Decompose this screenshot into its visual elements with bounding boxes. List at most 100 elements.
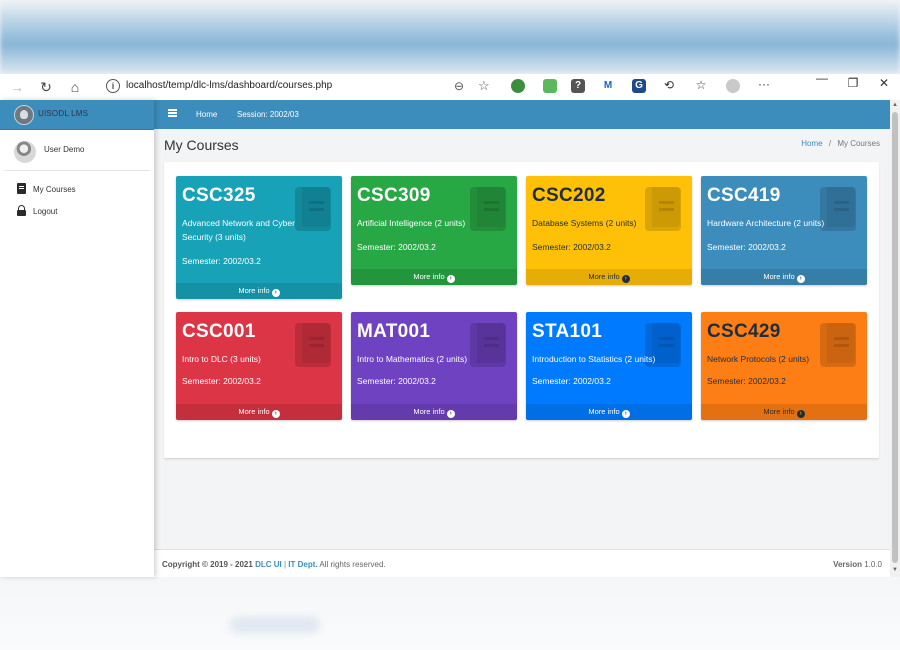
blurred-element xyxy=(230,617,320,633)
course-card[interactable]: CSC309 Artificial Intelligence (2 units)… xyxy=(351,176,517,285)
extension-badge-icon[interactable]: G xyxy=(632,79,646,93)
user-panel[interactable]: User Demo xyxy=(4,130,150,171)
reload-icon[interactable]: ↻ xyxy=(37,78,55,96)
course-card[interactable]: MAT001 Intro to Mathematics (2 units) Se… xyxy=(351,312,517,420)
course-card[interactable]: CSC419 Hardware Architecture (2 units) S… xyxy=(701,176,867,285)
book-icon xyxy=(17,183,26,194)
site-info-icon[interactable]: i xyxy=(106,79,120,93)
user-name: User Demo xyxy=(44,145,85,154)
course-card[interactable]: STA101 Introduction to Statistics (2 uni… xyxy=(526,312,692,420)
favorite-star-icon[interactable]: ☆ xyxy=(478,78,490,94)
course-code: CSC419 xyxy=(707,185,781,206)
more-menu-icon[interactable]: ··· xyxy=(754,77,774,91)
nav-home-link[interactable]: Home xyxy=(196,110,217,119)
course-semester: Semester: 2002/03.2 xyxy=(532,376,611,386)
more-info-label: More info xyxy=(588,407,620,416)
more-info-link[interactable]: More info › xyxy=(526,404,692,420)
course-title: Advanced Network and Cyber Security (3 u… xyxy=(182,218,295,242)
more-info-label: More info xyxy=(413,407,445,416)
course-title: Intro to Mathematics (2 units) xyxy=(357,354,468,364)
sidebar-item-logout[interactable]: Logout xyxy=(0,201,154,223)
scrollbar-thumb[interactable] xyxy=(892,112,898,563)
more-info-link[interactable]: More info › xyxy=(176,283,342,299)
extension-globe-icon[interactable] xyxy=(511,79,525,93)
profile-avatar-icon[interactable] xyxy=(726,79,740,93)
breadcrumb-home-link[interactable]: Home xyxy=(801,139,822,148)
course-semester: Semester: 2002/03.2 xyxy=(182,256,261,266)
course-code: MAT001 xyxy=(357,321,431,342)
breadcrumb: Home / My Courses xyxy=(801,139,880,148)
footer-dept-link[interactable]: IT Dept. xyxy=(288,560,317,569)
more-info-link[interactable]: More info › xyxy=(176,404,342,420)
minimize-icon[interactable]: — xyxy=(812,71,832,85)
arrow-circle-right-icon: › xyxy=(446,410,455,418)
course-code: CSC202 xyxy=(532,185,606,206)
address-url[interactable]: localhost/temp/dlc-lms/dashboard/courses… xyxy=(126,80,332,91)
course-semester: Semester: 2002/03.2 xyxy=(357,376,436,386)
more-info-label: More info xyxy=(763,407,795,416)
arrow-circle-right-icon: › xyxy=(796,410,805,418)
more-info-label: More info xyxy=(238,286,270,295)
nav-session[interactable]: Session: 2002/03 xyxy=(237,110,299,119)
breadcrumb-separator: / xyxy=(828,139,832,148)
footer-rights: All rights reserved. xyxy=(319,560,386,569)
scroll-down-icon[interactable]: ▼ xyxy=(892,567,898,573)
arrow-circle-right-icon: › xyxy=(271,289,280,297)
more-info-link[interactable]: More info › xyxy=(351,269,517,285)
avatar xyxy=(14,141,36,163)
more-info-label: More info xyxy=(238,407,270,416)
arrow-circle-right-icon: › xyxy=(446,275,455,283)
brand-logo xyxy=(14,105,34,125)
sidebar: UISODL LMS User Demo My Courses Logout xyxy=(0,100,154,577)
more-info-label: More info xyxy=(413,272,445,281)
course-card[interactable]: CSC325 Advanced Network and Cyber Securi… xyxy=(176,176,342,299)
sidebar-item-my-courses[interactable]: My Courses xyxy=(0,179,154,201)
more-info-link[interactable]: More info › xyxy=(526,269,692,285)
course-card[interactable]: CSC429 Network Protocols (2 units) Semes… xyxy=(701,312,867,420)
scroll-up-icon[interactable]: ▲ xyxy=(892,102,898,108)
brand[interactable]: UISODL LMS xyxy=(0,100,154,130)
page-footer: Copyright © 2019 - 2021 DLC UI | IT Dept… xyxy=(154,549,890,578)
footer-copyright-text: Copyright © 2019 - 2021 xyxy=(162,560,253,569)
zoom-icon[interactable]: ⊖ xyxy=(454,79,464,93)
more-info-link[interactable]: More info › xyxy=(351,404,517,420)
extension-m-icon[interactable]: M xyxy=(601,79,615,93)
sidebar-item-label: Logout xyxy=(33,207,58,216)
course-semester: Semester: 2002/03.2 xyxy=(707,376,786,386)
forward-icon[interactable]: → xyxy=(8,78,26,96)
more-info-link[interactable]: More info › xyxy=(701,404,867,420)
course-card[interactable]: CSC001 Intro to DLC (3 units) Semester: … xyxy=(176,312,342,420)
course-title: Intro to DLC (3 units) xyxy=(182,354,261,364)
footer-copyright: Copyright © 2019 - 2021 DLC UI | IT Dept… xyxy=(162,560,386,569)
course-semester: Semester: 2002/03.2 xyxy=(532,242,611,252)
restore-icon[interactable]: ❐ xyxy=(843,76,863,90)
more-info-label: More info xyxy=(763,272,795,281)
arrow-circle-right-icon: › xyxy=(271,410,280,418)
page-title: My Courses xyxy=(164,137,239,153)
more-info-link[interactable]: More info › xyxy=(701,269,867,285)
blurred-background-bottom xyxy=(0,577,900,650)
footer-org-link[interactable]: DLC UI xyxy=(255,560,282,569)
course-code: CSC429 xyxy=(707,321,781,342)
course-code: CSC001 xyxy=(182,321,256,342)
footer-version-label: Version xyxy=(833,560,862,569)
scrollbar[interactable]: ▲ ▼ xyxy=(890,100,900,577)
lock-icon xyxy=(17,205,26,216)
course-semester: Semester: 2002/03.2 xyxy=(707,242,786,252)
course-title: Introduction to Statistics (2 units) xyxy=(532,354,656,364)
hamburger-menu-icon[interactable] xyxy=(168,109,177,111)
top-navbar: Home Session: 2002/03 xyxy=(154,100,890,129)
courses-panel: CSC325 Advanced Network and Cyber Securi… xyxy=(164,162,879,459)
course-card[interactable]: CSC202 Database Systems (2 units) Semest… xyxy=(526,176,692,285)
favorites-icon[interactable]: ☆ xyxy=(691,78,711,92)
brand-name: UISODL LMS xyxy=(38,109,89,118)
extension-help-icon[interactable]: ? xyxy=(571,79,585,93)
extension-puzzle-icon[interactable] xyxy=(543,79,557,93)
close-window-icon[interactable]: ✕ xyxy=(874,76,894,90)
footer-version: Version 1.0.0 xyxy=(833,560,882,569)
extensions-icon[interactable]: ⟲ xyxy=(659,78,679,92)
home-icon[interactable]: ⌂ xyxy=(66,78,84,96)
address-bar[interactable]: i localhost/temp/dlc-lms/dashboard/cours… xyxy=(96,76,498,98)
sidebar-item-label: My Courses xyxy=(33,185,76,194)
more-info-label: More info xyxy=(588,272,620,281)
